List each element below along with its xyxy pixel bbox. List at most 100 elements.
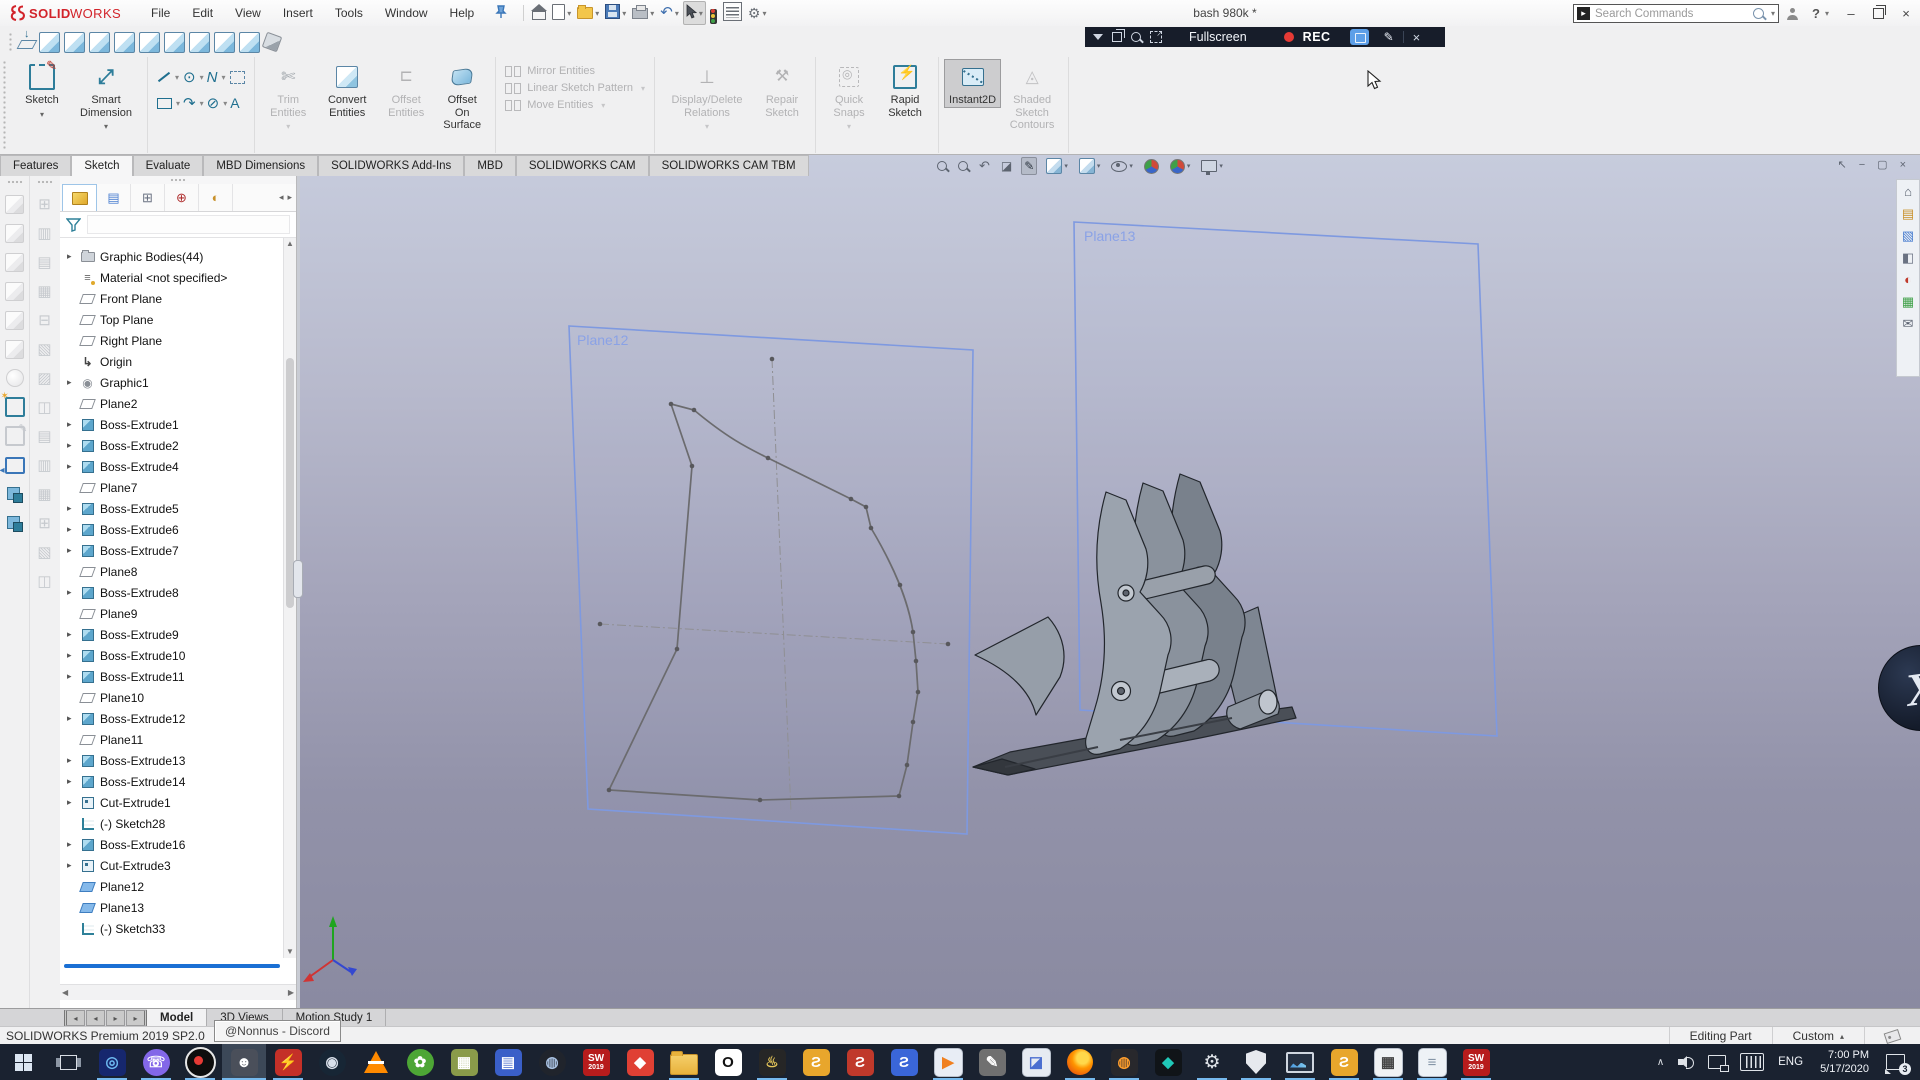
taskbar-photo-editor[interactable]: ◪ bbox=[1014, 1044, 1058, 1080]
align-toolbar-icon-5[interactable]: ⊟ bbox=[35, 310, 55, 330]
tree-item-graphic-bodies-44-[interactable]: ▸Graphic Bodies(44) bbox=[60, 246, 284, 267]
toolbar-sphere-icon[interactable] bbox=[5, 368, 25, 388]
linear-pattern-caret-icon[interactable]: ▾ bbox=[641, 84, 645, 93]
undo-caret-icon[interactable]: ▾ bbox=[675, 9, 679, 18]
sketch-visibility-button[interactable]: ✎ bbox=[1021, 157, 1037, 175]
new-document-caret-icon[interactable]: ▾ bbox=[567, 9, 571, 18]
toolbar-grip[interactable] bbox=[2, 60, 7, 150]
tree-item-plane8[interactable]: Plane8 bbox=[60, 561, 284, 582]
tree-item-front-plane[interactable]: Front Plane bbox=[60, 288, 284, 309]
pin-menu-icon[interactable] bbox=[495, 5, 507, 22]
toolbar-cube-icon[interactable] bbox=[5, 310, 25, 330]
recorder-menu-caret-icon[interactable] bbox=[1093, 34, 1103, 40]
taskbar-steam[interactable]: ◉ bbox=[310, 1044, 354, 1080]
taskbar-file-explorer[interactable] bbox=[662, 1044, 706, 1080]
rapid-sketch-button[interactable]: Rapid Sketch bbox=[877, 59, 933, 120]
network-icon[interactable] bbox=[1703, 1044, 1731, 1080]
new-document-button[interactable]: ▾ bbox=[550, 2, 573, 25]
tree-item-boss-extrude16[interactable]: ▸Boss-Extrude16 bbox=[60, 834, 284, 855]
recorder-draw-icon[interactable]: ✎ bbox=[1384, 30, 1394, 44]
display-style-button[interactable]: ▾ bbox=[1077, 157, 1103, 175]
open-button[interactable]: ▾ bbox=[575, 2, 601, 24]
tree-filter-input[interactable] bbox=[87, 215, 290, 234]
taskbar-s-app-yellow-2[interactable]: Ƨ bbox=[1322, 1044, 1366, 1080]
panel-splitter-handle[interactable] bbox=[293, 560, 303, 598]
doc-tab-model[interactable]: Model bbox=[147, 1009, 207, 1027]
tree-item-boss-extrude13[interactable]: ▸Boss-Extrude13 bbox=[60, 750, 284, 771]
expand-arrow-icon[interactable]: ▸ bbox=[67, 671, 80, 682]
toolbar-layers-icon[interactable] bbox=[5, 513, 25, 533]
rectangle-tool[interactable]: ▾ bbox=[157, 91, 180, 115]
tree-item-right-plane[interactable]: Right Plane bbox=[60, 330, 284, 351]
taskbar-handbrake[interactable]: ♨ bbox=[750, 1044, 794, 1080]
taskbar-vlc[interactable] bbox=[354, 1044, 398, 1080]
tree-item-boss-extrude12[interactable]: ▸Boss-Extrude12 bbox=[60, 708, 284, 729]
tree-item-graphic1[interactable]: ▸◉Graphic1 bbox=[60, 372, 284, 393]
configuration-selector[interactable]: Custom▴ bbox=[1772, 1027, 1864, 1045]
task-pane-design-library-icon[interactable]: ▤ bbox=[1902, 207, 1914, 221]
tree-item-boss-extrude4[interactable]: ▸Boss-Extrude4 bbox=[60, 456, 284, 477]
recording-toolbar[interactable]: Fullscreen REC ✎ × bbox=[1085, 27, 1445, 47]
instant2d-button[interactable]: Instant2D bbox=[944, 59, 1001, 108]
task-pane-home-icon[interactable]: ⌂ bbox=[1904, 185, 1912, 199]
repair-sketch-button[interactable]: ⚒ Repair Sketch bbox=[754, 59, 810, 120]
dimxpertmanager-tab[interactable]: ⊕ bbox=[165, 184, 199, 211]
toolbar-cube-icon[interactable] bbox=[5, 281, 25, 301]
tree-item-boss-extrude8[interactable]: ▸Boss-Extrude8 bbox=[60, 582, 284, 603]
tree-scrollbar[interactable]: ▲ ▼ bbox=[283, 238, 296, 958]
smart-dimension-button[interactable]: ⤢ Smart Dimension ▾ bbox=[70, 59, 142, 135]
taskbar-obsidian[interactable]: O bbox=[706, 1044, 750, 1080]
recorder-window-mode-icon[interactable] bbox=[1112, 32, 1122, 42]
trim-entities-button[interactable]: ✄ Trim Entities ▾ bbox=[260, 59, 316, 135]
tree-item-plane12[interactable]: Plane12 bbox=[60, 876, 284, 897]
taskbar-viber[interactable]: ☏ bbox=[134, 1044, 178, 1080]
tag-icon[interactable] bbox=[1864, 1027, 1920, 1045]
login-user-icon[interactable] bbox=[1787, 8, 1798, 19]
section-view-button[interactable]: ◪ bbox=[999, 158, 1014, 174]
minimize-button[interactable]: – bbox=[1843, 6, 1859, 21]
viewport-close-icon[interactable]: × bbox=[1900, 159, 1906, 171]
toolbar-cube-icon[interactable] bbox=[5, 252, 25, 272]
panel-tabs-right-icon[interactable]: ▸ bbox=[287, 192, 292, 203]
quick-snaps-button[interactable]: Quick Snaps ▾ bbox=[821, 59, 877, 135]
taskbar-firefox[interactable] bbox=[1058, 1044, 1102, 1080]
scroll-left-icon[interactable]: ◀ bbox=[62, 988, 68, 997]
view-orientation-7[interactable] bbox=[189, 32, 210, 53]
convert-entities-button[interactable]: Convert Entities bbox=[316, 59, 378, 120]
expand-arrow-icon[interactable]: ▸ bbox=[67, 440, 80, 451]
toolbar-sketch-new-icon[interactable] bbox=[5, 397, 25, 417]
align-toolbar-icon-1[interactable]: ⊞ bbox=[35, 194, 55, 214]
notification-center-button[interactable]: 3 bbox=[1881, 1044, 1916, 1080]
tree-item-plane13[interactable]: Plane13 bbox=[60, 897, 284, 918]
restore-button[interactable] bbox=[1873, 8, 1884, 19]
menu-view[interactable]: View bbox=[224, 1, 272, 26]
taskbar-media-player[interactable]: ▶ bbox=[926, 1044, 970, 1080]
rebuild-button[interactable] bbox=[708, 0, 719, 26]
align-toolbar-icon-9[interactable]: ▤ bbox=[35, 426, 55, 446]
hide-show-items-button[interactable]: ▾ bbox=[1109, 160, 1135, 173]
tree-item-plane11[interactable]: Plane11 bbox=[60, 729, 284, 750]
align-toolbar-icon-4[interactable]: ▦ bbox=[35, 281, 55, 301]
toolbar-grip[interactable] bbox=[7, 180, 23, 185]
mirror-entities-button[interactable]: Mirror Entities bbox=[505, 65, 645, 77]
tab-solidworks-add-ins[interactable]: SOLIDWORKS Add-Ins bbox=[318, 155, 464, 176]
print-caret-icon[interactable]: ▾ bbox=[650, 9, 654, 18]
scroll-down-icon[interactable]: ▼ bbox=[284, 946, 296, 958]
recorder-mode-label[interactable]: Fullscreen bbox=[1189, 30, 1247, 44]
select-caret-icon[interactable]: ▾ bbox=[699, 9, 703, 18]
apply-scene-caret-icon[interactable]: ▾ bbox=[1187, 162, 1191, 170]
expand-arrow-icon[interactable]: ▸ bbox=[67, 839, 80, 850]
view-orientation-5[interactable] bbox=[139, 32, 160, 53]
quick-snaps-caret-icon[interactable]: ▾ bbox=[847, 121, 851, 134]
search-commands-box[interactable]: ▸ Search Commands ▾ bbox=[1573, 4, 1779, 23]
task-pane-custom-properties-icon[interactable]: ▦ bbox=[1902, 295, 1914, 309]
panel-tabs-left-icon[interactable]: ◂ bbox=[279, 192, 284, 203]
graphics-area[interactable]: Plane13 Plane12 bbox=[0, 155, 1920, 1008]
expand-arrow-icon[interactable]: ▸ bbox=[67, 797, 80, 808]
taskbar-leaf-ball[interactable]: ✿ bbox=[398, 1044, 442, 1080]
tree-item-plane7[interactable]: Plane7 bbox=[60, 477, 284, 498]
align-toolbar-icon-6[interactable]: ▧ bbox=[35, 339, 55, 359]
overlay-widget[interactable]: X bbox=[1878, 645, 1920, 731]
tree-item-boss-extrude1[interactable]: ▸Boss-Extrude1 bbox=[60, 414, 284, 435]
plane12-boundary[interactable] bbox=[569, 326, 973, 834]
